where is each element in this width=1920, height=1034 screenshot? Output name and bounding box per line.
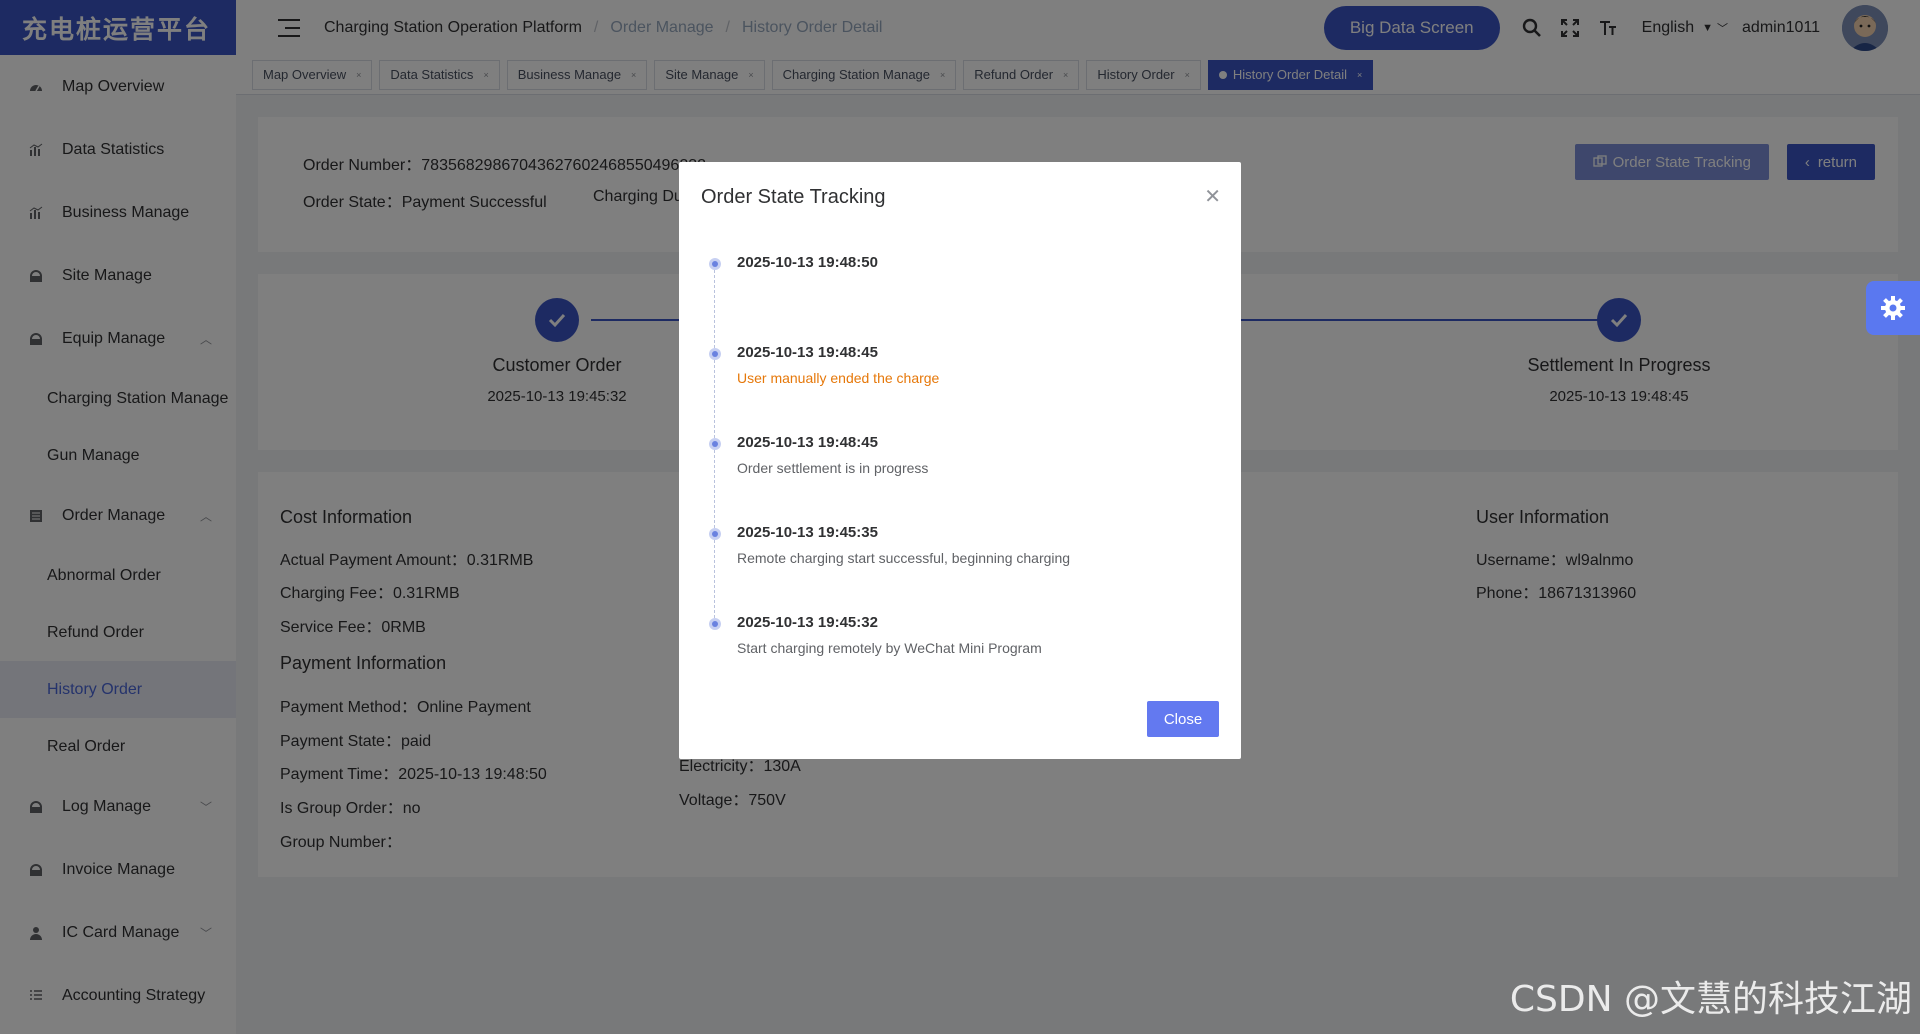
- timeline-time: 2025-10-13 19:48:50: [737, 254, 878, 271]
- timeline-connector: [714, 360, 715, 438]
- timeline-dot-icon: [709, 618, 721, 630]
- timeline-time: 2025-10-13 19:48:45: [737, 344, 878, 361]
- timeline-description: Remote charging start successful, beginn…: [737, 550, 1071, 566]
- timeline-item: 2025-10-13 19:48:50: [709, 252, 1209, 348]
- timeline-time: 2025-10-13 19:48:45: [737, 434, 878, 451]
- timeline-item: 2025-10-13 19:48:45 User manually ended …: [709, 342, 1209, 438]
- timeline-dot-icon: [709, 438, 721, 450]
- timeline-time: 2025-10-13 19:45:35: [737, 524, 878, 541]
- timeline-item: 2025-10-13 19:45:32 Start charging remot…: [709, 612, 1209, 702]
- timeline-description: User manually ended the charge: [737, 370, 940, 386]
- state-timeline: 2025-10-13 19:48:50 2025-10-13 19:48:45 …: [709, 252, 1209, 702]
- watermark: CSDN @文慧的科技江湖: [1509, 979, 1912, 1020]
- timeline-dot-icon: [709, 528, 721, 540]
- order-state-tracking-dialog: Order State Tracking ✕ 2025-10-13 19:48:…: [679, 162, 1241, 759]
- timeline-connector: [714, 270, 715, 348]
- timeline-connector: [714, 540, 715, 618]
- timeline-time: 2025-10-13 19:45:32: [737, 614, 878, 631]
- timeline-description: Start charging remotely by WeChat Mini P…: [737, 640, 1042, 656]
- timeline-description: Order settlement is in progress: [737, 460, 929, 476]
- timeline-dot-icon: [709, 258, 721, 270]
- timeline-item: 2025-10-13 19:48:45 Order settlement is …: [709, 432, 1209, 528]
- close-icon[interactable]: ✕: [1204, 184, 1221, 209]
- close-button[interactable]: Close: [1147, 701, 1219, 737]
- dialog-title: Order State Tracking: [701, 186, 886, 208]
- timeline-item: 2025-10-13 19:45:35 Remote charging star…: [709, 522, 1209, 618]
- timeline-dot-icon: [709, 348, 721, 360]
- timeline-connector: [714, 450, 715, 528]
- settings-gear-icon[interactable]: [1866, 281, 1920, 335]
